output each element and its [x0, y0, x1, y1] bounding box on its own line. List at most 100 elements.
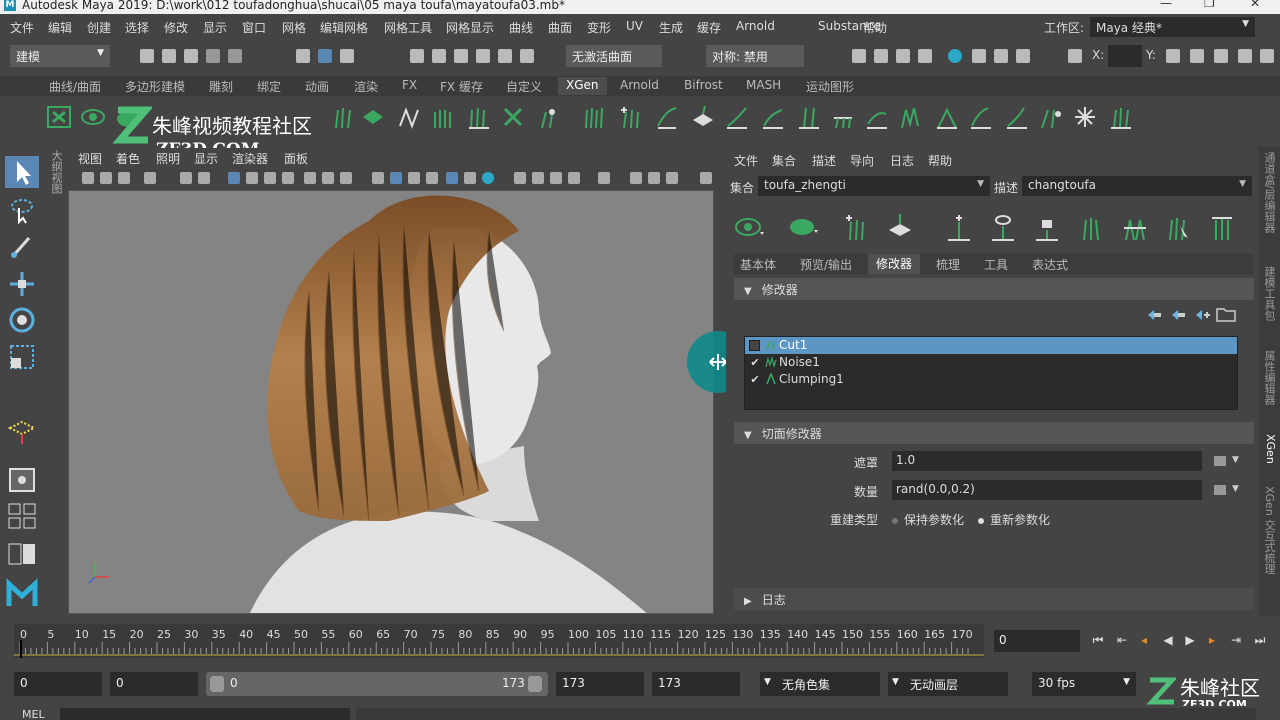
xray-joints-icon[interactable] [648, 172, 660, 184]
go-to-start-icon[interactable]: ⏮ [1090, 632, 1106, 648]
menu-deform[interactable]: 变形 [587, 19, 611, 36]
range-handle-end[interactable] [528, 676, 542, 692]
rebuild-keep-param-radio[interactable]: 保持参数化 [892, 511, 964, 528]
dock-tab-modeling-toolkit[interactable]: 建模工具包 [1261, 266, 1277, 321]
snap-view-icon[interactable] [476, 49, 490, 63]
viewport-render[interactable] [69, 191, 714, 614]
time-slider-track[interactable]: 0 5 10 15 20 25 30 35 40 45 50 55 60 65 70 75 80 85 90 95 10… [14, 624, 984, 658]
safe-action-icon[interactable] [322, 172, 334, 184]
cut-icon[interactable] [534, 104, 560, 130]
select-hierarchy-icon[interactable] [296, 49, 310, 63]
add-modifier-icon[interactable] [1194, 308, 1210, 322]
maximize-icon[interactable]: ❐ [1204, 0, 1215, 9]
ig-scatter-icon[interactable] [1072, 104, 1098, 130]
save-scene-icon[interactable] [184, 49, 198, 63]
image-plane-icon[interactable] [144, 172, 156, 184]
current-frame-field[interactable]: 0 [994, 630, 1080, 652]
modifier-row-cut[interactable]: Cut1 [745, 337, 1237, 354]
playback-start-field[interactable]: 0 [110, 672, 198, 696]
tab-primitives[interactable]: 基本体 [740, 256, 776, 273]
shelf-tab-animation[interactable]: 动画 [305, 78, 329, 95]
ig-sculpt-icon[interactable] [654, 104, 680, 130]
vp-menu-show[interactable]: 显示 [194, 150, 218, 167]
shelf-tab-bifrost[interactable]: Bifrost [684, 78, 723, 92]
ig-smooth-icon[interactable] [724, 104, 750, 130]
rebuild-reparam-radio[interactable]: 重新参数化 [978, 511, 1050, 528]
dock-tab-channel-box[interactable]: 通道盒/层编辑器 [1261, 152, 1277, 233]
chevron-down-icon[interactable]: ▼ [1232, 455, 1239, 465]
shelf-tab-rigging[interactable]: 绑定 [257, 78, 281, 95]
menu-cache[interactable]: 缓存 [697, 19, 721, 36]
xgen-window-icon[interactable] [46, 104, 72, 130]
go-to-end-icon[interactable]: ⏭ [1252, 632, 1268, 648]
vp-menu-shading[interactable]: 着色 [116, 150, 140, 167]
settings-icon[interactable] [1260, 49, 1274, 63]
vp-menu-lighting[interactable]: 照明 [156, 150, 180, 167]
snap-curve-icon[interactable] [432, 49, 446, 63]
vp-menu-panels[interactable]: 面板 [284, 150, 308, 167]
gate-mask-icon[interactable] [282, 172, 294, 184]
attribute-editor-icon[interactable] [1214, 49, 1228, 63]
arnold-view-icon[interactable] [972, 49, 986, 63]
outliner-side-label[interactable]: 大纲视图 [48, 150, 64, 194]
modifier-row-noise[interactable]: ✔ Noise1 [745, 354, 1237, 371]
log-section-header[interactable]: ▶ 日志 [734, 588, 1254, 610]
lasso-tool-icon[interactable] [5, 194, 39, 226]
default-material-icon[interactable] [408, 172, 420, 184]
sidebar-toggle-icon[interactable] [1166, 49, 1180, 63]
modifier-checkbox[interactable] [749, 340, 760, 351]
step-back-key-icon[interactable]: ⇤ [1114, 632, 1130, 648]
menu-generate[interactable]: 生成 [659, 19, 683, 36]
menu-mesh[interactable]: 网格 [282, 19, 306, 36]
shelf-tab-sculpt[interactable]: 雕刻 [209, 78, 233, 95]
2d-pan-icon[interactable] [198, 172, 210, 184]
wireframe-on-shaded-icon[interactable] [426, 172, 438, 184]
tab-expressions[interactable]: 表达式 [1032, 256, 1068, 273]
time-slider[interactable]: 0 5 10 15 20 25 30 35 40 45 50 55 60 65 70 75 80 85 90 95 10… [0, 620, 1280, 660]
xgen-menu-collection[interactable]: 集合 [772, 152, 796, 169]
vp-menu-renderer[interactable]: 渲染器 [232, 150, 268, 167]
ig-description-icon[interactable] [582, 104, 608, 130]
comb-icon[interactable] [430, 104, 456, 130]
shelf-tab-xgen[interactable]: XGen [558, 77, 607, 95]
menu-help[interactable]: 帮助 [863, 19, 887, 36]
playhead[interactable] [20, 640, 22, 658]
collection-dropdown[interactable]: toufa_zhengti ▼ [758, 176, 990, 196]
move-down-icon[interactable] [1170, 308, 1186, 322]
workspace-dropdown[interactable]: Maya 经典* ▼ [1090, 17, 1255, 37]
wireframe-icon[interactable] [372, 172, 384, 184]
bookmark-icon[interactable] [118, 172, 130, 184]
expression-editor-icon[interactable] [1214, 485, 1226, 495]
mash-icon[interactable] [5, 578, 39, 610]
scene-end-field[interactable]: 173 [652, 672, 740, 696]
ig-clump-icon[interactable] [934, 104, 960, 130]
play-icon[interactable] [994, 49, 1008, 63]
ig-grab-icon[interactable] [760, 104, 786, 130]
grid-toggle-icon[interactable] [228, 172, 240, 184]
ipr-render-icon[interactable] [896, 49, 910, 63]
shelf-tab-custom[interactable]: 自定义 [506, 78, 542, 95]
shelf-tab-rendering[interactable]: 渲染 [354, 78, 378, 95]
field-chart-icon[interactable] [304, 172, 316, 184]
grooming-icon[interactable] [1076, 212, 1106, 242]
vp-menu-view[interactable]: 视图 [78, 150, 102, 167]
pause-icon[interactable] [1016, 49, 1030, 63]
textured-icon[interactable] [446, 172, 458, 184]
mel-label[interactable]: MEL [22, 708, 45, 720]
shelf-tab-fx[interactable]: FX [402, 78, 417, 92]
xgen-menu-log[interactable]: 日志 [890, 152, 914, 169]
render-view-icon[interactable] [852, 49, 866, 63]
menu-file[interactable]: 文件 [10, 19, 34, 36]
description-dropdown[interactable]: changtoufa ▼ [1022, 176, 1252, 196]
density-icon[interactable] [360, 104, 386, 130]
delete-guide-icon[interactable] [500, 104, 526, 130]
ig-freeze-icon[interactable] [864, 104, 890, 130]
create-description-icon[interactable] [788, 212, 818, 242]
motion-blur-icon[interactable] [532, 172, 544, 184]
menu-surfaces[interactable]: 曲面 [548, 19, 572, 36]
snap-surface-icon[interactable] [498, 49, 512, 63]
guide-length-icon[interactable] [1208, 212, 1238, 242]
film-gate-icon[interactable] [246, 172, 258, 184]
play-backward-icon[interactable]: ◀ [1160, 632, 1176, 648]
preview-icon[interactable] [80, 104, 106, 130]
